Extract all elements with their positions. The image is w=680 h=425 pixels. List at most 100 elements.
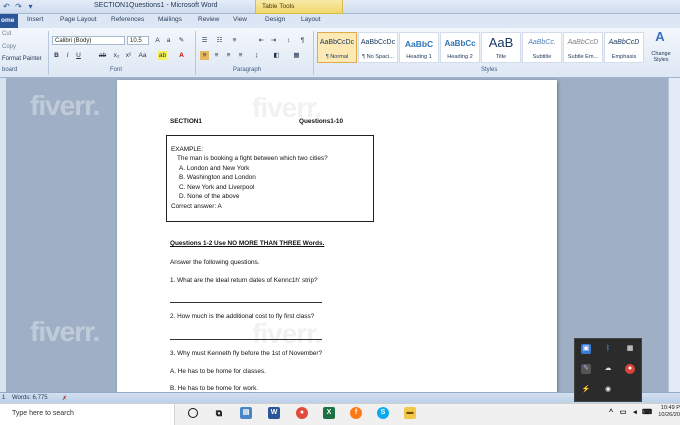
table-tools-label: Table Tools [262,3,295,10]
style-subtitle[interactable]: AaBbCc. Subtitle [522,32,562,63]
volume-icon[interactable]: ◂ [629,407,641,419]
bluetooth-icon[interactable]: ᛒ [603,344,613,354]
font-group-label: Font [110,67,123,73]
copy-button[interactable]: Copy [2,44,16,50]
change-case-icon[interactable]: Aa [138,51,147,60]
font-name-combo[interactable]: Calibri (Body) [52,36,125,45]
group-divider [48,31,49,75]
superscript-icon[interactable]: x² [124,51,133,60]
question-3: 3. Why must Kenneth fly before the 1st o… [170,350,323,357]
tray-app-icon[interactable]: ▣ [581,344,591,354]
increase-indent-icon[interactable]: ⇥ [269,36,278,45]
change-styles-button[interactable]: Change Styles [647,51,675,63]
taskbar-search[interactable]: Type here to search [0,404,175,425]
numbering-icon[interactable]: ☷ [215,36,224,45]
excel-icon[interactable]: X [323,407,335,419]
tray-app-icon[interactable]: ● [625,364,635,374]
sort-icon[interactable]: ↕ [284,36,293,45]
redo-icon[interactable]: ↷ [14,2,23,11]
tab-design[interactable]: Design [265,16,285,23]
bullets-icon[interactable]: ☰ [200,36,209,45]
firefox-icon[interactable]: f [350,407,362,419]
language-icon[interactable]: ⌨ [641,407,653,419]
grow-font-icon[interactable]: A [153,36,162,45]
line-spacing-icon[interactable]: ↨ [252,51,261,60]
cloud-icon[interactable]: ☁ [603,364,613,374]
tray-app-icon[interactable]: ⚡ [581,385,591,395]
style-heading-1[interactable]: AaBbC Heading 1 [399,32,439,63]
tab-view[interactable]: View [233,16,247,23]
style-name: Title [495,54,507,60]
underline-icon[interactable]: U [74,51,83,60]
font-size-combo[interactable]: 10.5 [127,36,149,45]
answer-line [170,339,322,340]
clock[interactable]: 10:49 P 10/26/20 [655,405,680,419]
tab-home[interactable]: ome [0,14,18,28]
highlight-icon[interactable]: ab [158,51,167,60]
customize-qat-icon[interactable]: ▾ [26,2,35,11]
multilevel-list-icon[interactable]: ≡ [230,36,239,45]
justify-icon[interactable]: ≡ [236,51,245,60]
decrease-indent-icon[interactable]: ⇤ [257,36,266,45]
cut-button[interactable]: Cut [2,31,11,37]
vertical-scrollbar[interactable] [668,78,680,392]
align-right-icon[interactable]: ≡ [224,51,233,60]
tab-insert[interactable]: Insert [27,16,43,23]
task-view-icon[interactable]: ⧉ [213,407,225,419]
change-styles-icon[interactable]: A [650,30,670,48]
borders-icon[interactable]: ▦ [292,51,301,60]
style-no-spacing[interactable]: AaBbCcDc ¶ No Spaci... [358,32,398,63]
style-title[interactable]: AaB Title [481,32,521,63]
page-number[interactable]: 1 [2,395,5,401]
shrink-font-icon[interactable]: a [164,36,173,45]
tray-app-icon[interactable]: ◉ [603,385,613,395]
format-painter-button[interactable]: Format Painter [2,56,42,62]
app-icon[interactable]: ▤ [240,407,252,419]
vertical-ruler [0,78,6,392]
network-icon[interactable]: ▭ [617,407,629,419]
italic-icon[interactable]: I [63,51,72,60]
style-name: Emphasis [611,54,637,60]
show-hidden-icons-icon[interactable]: ^ [605,407,617,419]
proofing-icon[interactable]: ✗ [62,395,67,402]
file-explorer-icon[interactable]: ▬ [404,407,416,419]
show-formatting-icon[interactable]: ¶ [298,36,307,45]
style-preview: AaBbCcD [567,39,599,46]
undo-icon[interactable]: ↶ [2,2,11,11]
font-color-icon[interactable]: A [177,51,186,60]
word-icon[interactable]: W [268,407,280,419]
style-name: ¶ Normal [325,54,349,60]
style-normal[interactable]: AaBbCcDc ¶ Normal [317,32,357,63]
document-page[interactable]: fiverr. fiverr. SECTION1 Questions1-10 E… [117,80,557,392]
word-count[interactable]: Words: 6,775 [12,395,48,401]
tray-app-icon[interactable]: ▦ [625,344,635,354]
style-subtle-emphasis[interactable]: AaBbCcD Subtle Em... [563,32,603,63]
tab-page-layout[interactable]: Page Layout [60,16,97,23]
tab-references[interactable]: References [111,16,144,23]
style-name: Subtle Em... [567,54,599,60]
strikethrough-icon[interactable]: ab [98,51,107,60]
align-left-icon[interactable]: ≡ [200,51,209,60]
tab-layout[interactable]: Layout [301,16,321,23]
tab-mailings[interactable]: Mailings [158,16,182,23]
instruction-heading: Questions 1-2 Use NO MORE THAN THREE Wor… [170,240,325,247]
pen-icon[interactable]: ✎ [581,364,591,374]
instruction-text: Answer the following questions. [170,259,260,266]
example-option: C. New York and Liverpool [179,184,255,191]
ribbon: Cut Copy Format Painter board Calibri (B… [0,28,680,78]
bold-icon[interactable]: B [52,51,61,60]
tab-review[interactable]: Review [198,16,219,23]
clear-formatting-icon[interactable]: ✎ [177,36,186,45]
skype-icon[interactable]: S [377,407,389,419]
style-name: Subtitle [532,54,552,60]
style-heading-2[interactable]: AaBbCc Heading 2 [440,32,480,63]
cortana-icon[interactable] [188,408,198,418]
style-emphasis[interactable]: AaBbCcD Emphasis [604,32,644,63]
example-option: D. None of the above [179,193,240,200]
chrome-icon[interactable]: ● [296,407,308,419]
subscript-icon[interactable]: x₂ [112,51,121,60]
watermark: fiverr. [252,318,322,349]
align-center-icon[interactable]: ≡ [212,51,221,60]
example-option: B. Washington and London [179,174,256,181]
shading-icon[interactable]: ◧ [272,51,281,60]
